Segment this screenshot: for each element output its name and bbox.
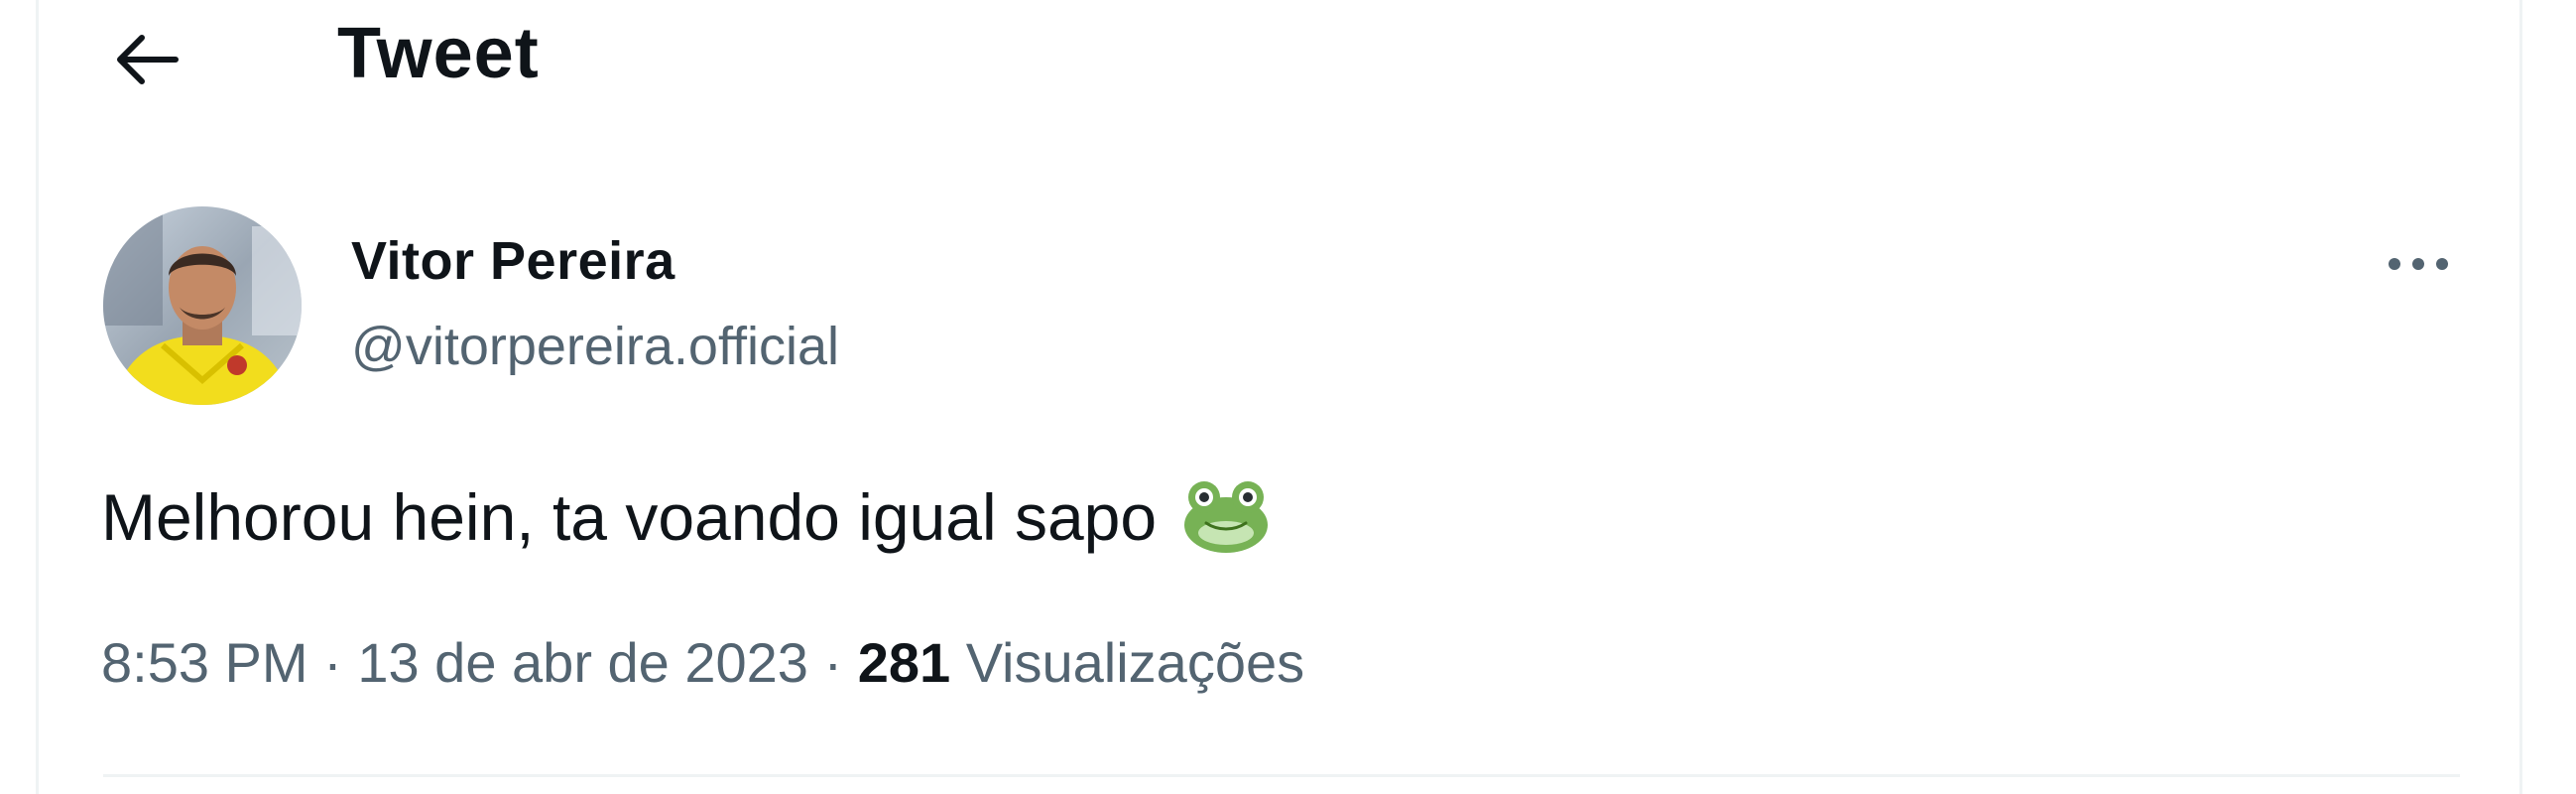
column-border-left bbox=[36, 0, 39, 794]
divider bbox=[103, 774, 2460, 777]
tweet-page: Tweet Vitor Pereira @vitorpereira.offici… bbox=[0, 0, 2576, 794]
author-handle[interactable]: @vitorpereira.official bbox=[351, 312, 839, 381]
tweet-date[interactable]: 13 de abr de 2023 bbox=[357, 631, 808, 694]
author-display-name[interactable]: Vitor Pereira bbox=[351, 226, 675, 296]
views-count[interactable]: 281 bbox=[858, 631, 950, 694]
profile-photo bbox=[103, 206, 302, 405]
arrow-left-icon bbox=[117, 35, 179, 84]
more-options-button[interactable] bbox=[2371, 224, 2466, 304]
avatar[interactable] bbox=[103, 206, 302, 405]
tweet-body: Melhorou hein, ta voando igual sapo bbox=[101, 472, 1274, 562]
meta-separator: · bbox=[307, 631, 358, 694]
tweet-meta: 8:53 PM · 13 de abr de 2023 · 281 Visual… bbox=[101, 623, 1304, 703]
more-horizontal-icon bbox=[2389, 258, 2448, 270]
views-label[interactable]: Visualizações bbox=[950, 631, 1304, 694]
tweet-time[interactable]: 8:53 PM bbox=[101, 631, 308, 694]
column-border-right bbox=[2519, 0, 2522, 794]
tweet-text: Melhorou hein, ta voando igual sapo bbox=[101, 480, 1158, 554]
frog-emoji bbox=[1178, 477, 1274, 557]
back-button[interactable] bbox=[99, 12, 194, 107]
meta-separator: · bbox=[807, 631, 858, 694]
page-title: Tweet bbox=[337, 14, 540, 93]
